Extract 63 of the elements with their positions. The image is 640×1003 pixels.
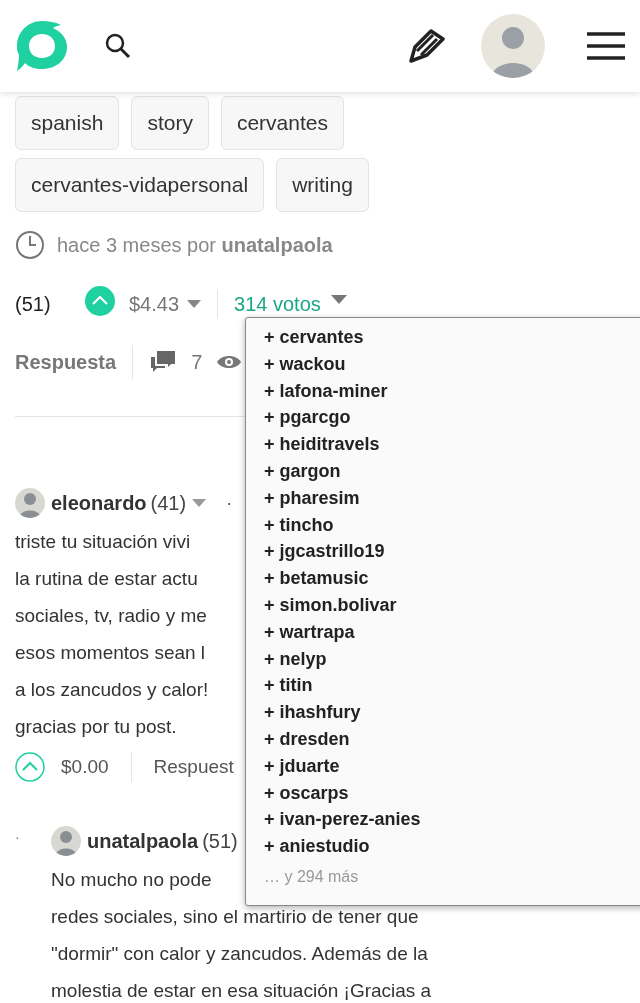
reputation: (51) — [202, 829, 238, 854]
comment-text: triste tu situación vivi — [15, 530, 191, 554]
voter-link[interactable]: + ivan-perez-anies — [264, 806, 421, 834]
separator-dot: · — [226, 491, 233, 515]
voter-link[interactable]: + titin — [264, 672, 313, 700]
comment-text: redes sociales, sino el martirio de tener que — [51, 905, 419, 929]
voter-link[interactable]: + dresden — [264, 725, 350, 753]
voter-link[interactable]: + oscarps — [264, 779, 349, 807]
clock-icon — [15, 230, 45, 260]
comment-text: la rutina de estar actu — [15, 567, 198, 591]
tag-chip[interactable]: writing — [276, 158, 369, 212]
post-date: hace 3 meses por unatalpaola — [57, 233, 333, 258]
voter-link[interactable]: + ihashfury — [264, 699, 361, 726]
pen-icon[interactable] — [409, 29, 445, 63]
voter-link[interactable]: + cervantes — [264, 324, 364, 351]
caret-icon[interactable] — [187, 300, 202, 308]
caret-icon[interactable] — [330, 294, 347, 304]
reputation: (41) — [150, 491, 187, 516]
voter-link[interactable]: + pharesim — [264, 484, 360, 512]
voter-link[interactable]: + nelyp — [264, 645, 327, 673]
reply-link[interactable]: Respuesta — [15, 347, 117, 377]
voter-link[interactable]: + simon.bolivar — [264, 591, 397, 619]
upvote-button[interactable] — [15, 752, 45, 782]
voter-link[interactable]: + tincho — [264, 511, 334, 539]
menu-icon[interactable] — [587, 31, 625, 61]
tag-chip[interactable]: cervantes-vidapersonal — [15, 158, 265, 212]
voter-link[interactable]: + aniestudio — [264, 833, 370, 860]
voter-link[interactable]: + jgcastrillo19 — [264, 538, 385, 566]
voter-link[interactable]: + wackou — [264, 350, 346, 378]
upvote-button[interactable] — [85, 285, 115, 316]
thread-dot: · — [15, 828, 20, 847]
user-avatar[interactable] — [15, 488, 45, 518]
voter-link[interactable]: + betamusic — [264, 565, 369, 592]
reply-link[interactable]: Respuest — [153, 752, 234, 782]
tag-chip[interactable]: spanish — [15, 96, 120, 150]
comment-text: a los zancudos y calor! — [15, 678, 209, 702]
comment-text: molestia de estar en esa situación ¡Gracias a — [51, 979, 432, 1003]
voter-link[interactable]: + pgarcgo — [264, 404, 351, 432]
comment-count: 7 — [191, 350, 203, 375]
tag-chip[interactable]: story — [131, 96, 209, 150]
author-name[interactable]: unatalpaola — [87, 826, 199, 856]
logo-icon[interactable] — [15, 19, 69, 73]
voter-link[interactable]: + heiditravels — [264, 431, 380, 458]
voter-link[interactable]: + lafona-miner — [264, 377, 388, 405]
payout-amount[interactable]: $0.00 — [61, 752, 109, 782]
comment-text: sociales, tv, radio y me — [15, 604, 207, 628]
comment-text: No mucho no pode — [51, 868, 212, 892]
voter-link[interactable]: + jduarte — [264, 752, 340, 780]
comment-text: gracias por tu post. — [15, 715, 177, 739]
more-voters: … y 294 más — [264, 866, 360, 887]
user-avatar[interactable] — [51, 826, 81, 856]
comments-icon[interactable] — [149, 349, 178, 375]
voter-link[interactable]: + wartrapa — [264, 618, 355, 646]
caret-icon[interactable] — [192, 499, 207, 507]
search-icon[interactable] — [105, 33, 131, 59]
payout-amount[interactable]: $4.43 — [129, 289, 180, 319]
comment-text: esos momentos sean l — [15, 641, 206, 665]
reputation: (51) — [15, 292, 52, 317]
voter-link[interactable]: + gargon — [264, 458, 341, 485]
author-name[interactable]: eleonardo — [51, 488, 147, 518]
eye-icon[interactable] — [216, 354, 243, 370]
tag-chip[interactable]: cervantes — [220, 96, 344, 150]
comment-text: "dormir" con calor y zancudos. Además de la — [51, 942, 428, 966]
